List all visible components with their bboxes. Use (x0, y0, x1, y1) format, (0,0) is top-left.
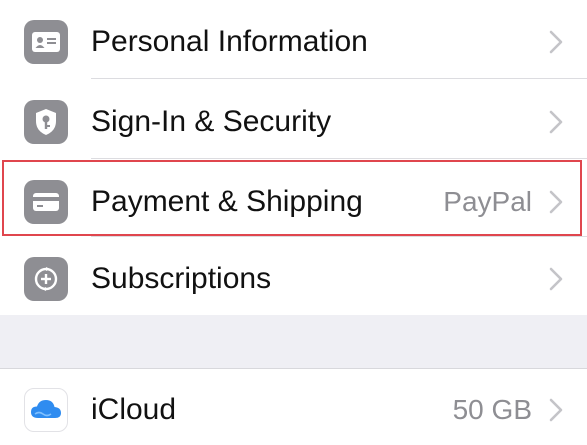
icloud-label: iCloud (91, 393, 177, 426)
chevron-right-icon (549, 110, 563, 134)
subscriptions-icon (24, 257, 68, 301)
row-sign-in-security[interactable]: Sign-In & Security (0, 80, 587, 158)
row-separator (91, 158, 587, 159)
personal-information-label: Personal Information (91, 25, 368, 58)
payment-shipping-label: Payment & Shipping (91, 185, 363, 218)
row-payment-shipping[interactable]: Payment & Shipping PayPal (0, 160, 587, 238)
subscriptions-label: Subscriptions (91, 262, 272, 295)
row-subscriptions[interactable]: Subscriptions (0, 237, 587, 315)
apple-id-settings-screen: g y Personal Information (0, 0, 587, 445)
chevron-right-icon (549, 267, 563, 291)
chevron-right-icon (549, 398, 563, 422)
chevron-right-icon (549, 190, 563, 214)
services-group: iCloud 50 GB (0, 368, 587, 445)
row-separator (91, 78, 587, 79)
row-personal-information[interactable]: Personal Information (0, 0, 587, 78)
shield-key-icon (24, 100, 68, 144)
chevron-right-icon (549, 30, 563, 54)
credit-card-icon (24, 180, 68, 224)
id-card-icon (24, 20, 68, 64)
account-settings-group: Personal Information Sign-In & Security (0, 0, 587, 315)
icloud-icon (24, 388, 68, 432)
row-icloud[interactable]: iCloud 50 GB (0, 368, 587, 445)
icloud-storage-value: 50 GB (452, 394, 532, 425)
sign-in-security-label: Sign-In & Security (91, 105, 332, 138)
payment-method-value: PayPal (443, 186, 532, 217)
